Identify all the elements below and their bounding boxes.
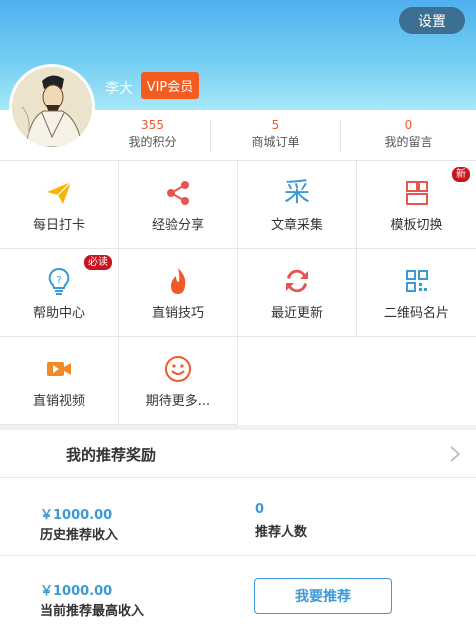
paper-plane-icon xyxy=(47,181,72,204)
stat-points[interactable]: 355 我的积分 xyxy=(95,110,210,160)
collect-icon: 采 xyxy=(283,178,310,208)
stat-orders-value: 5 xyxy=(271,118,280,132)
avatar[interactable] xyxy=(9,64,95,150)
stat-messages[interactable]: 0 我的留言 xyxy=(340,118,476,152)
menu-item-label: 模板切换 xyxy=(390,218,443,233)
menu-item-label: 经验分享 xyxy=(151,218,204,233)
settings-button[interactable]: 设置 xyxy=(399,7,465,34)
reward-header[interactable]: 我的推荐奖励 xyxy=(0,430,476,478)
refresh-icon xyxy=(286,269,308,293)
menu-item-article-collect[interactable]: 采 文章采集 xyxy=(238,161,357,249)
username: 李大 xyxy=(105,81,133,97)
current-label: 当前推荐最高收入 xyxy=(40,604,145,619)
must-read-badge: 必读 xyxy=(84,255,112,270)
new-badge: 新 xyxy=(452,167,470,182)
stat-messages-value: 0 xyxy=(404,118,413,132)
reward-title: 我的推荐奖励 xyxy=(66,446,157,464)
menu-item-qrcode-card[interactable]: 二维码名片 xyxy=(357,249,476,337)
menu-item-recent-updates[interactable]: 最近更新 xyxy=(238,249,357,337)
menu-item-label: 每日打卡 xyxy=(32,218,85,233)
menu-item-label: 直销视频 xyxy=(32,394,85,409)
menu-item-experience-share[interactable]: 经验分享 xyxy=(119,161,238,249)
svg-text:?: ? xyxy=(56,275,61,286)
current-amount: ￥1000.00 xyxy=(40,584,113,599)
menu-item-label: 期待更多... xyxy=(145,394,211,409)
vip-badge[interactable]: VIP会员 xyxy=(141,72,199,99)
flame-icon xyxy=(171,268,186,294)
menu-item-sales-tips[interactable]: 直销技巧 xyxy=(119,249,238,337)
stat-orders[interactable]: 5 商城订单 xyxy=(210,118,340,152)
menu-item-label: 二维码名片 xyxy=(383,306,449,321)
menu-item-template-switch[interactable]: 新 模板切换 xyxy=(357,161,476,249)
reward-row-current xyxy=(0,556,476,642)
referral-count-label: 推荐人数 xyxy=(255,525,308,540)
feature-grid: 每日打卡 经验分享 采 文章采集 新 模板切换 ? 必读 帮助中心 直销技巧 最… xyxy=(0,160,476,425)
qrcode-icon xyxy=(405,270,428,292)
stat-points-label: 我的积分 xyxy=(128,135,177,149)
menu-item-daily-checkin[interactable]: 每日打卡 xyxy=(0,161,119,249)
menu-item-label: 帮助中心 xyxy=(32,306,85,321)
menu-item-label: 文章采集 xyxy=(270,218,323,233)
video-icon xyxy=(47,362,71,376)
recommend-button[interactable]: 我要推荐 xyxy=(254,578,392,614)
chevron-right-icon xyxy=(450,446,461,462)
history-label: 历史推荐收入 xyxy=(40,528,119,543)
smile-icon xyxy=(165,356,191,382)
help-bulb-icon: ? xyxy=(48,267,70,295)
menu-item-sales-video[interactable]: 直销视频 xyxy=(0,337,119,425)
share-icon xyxy=(167,181,189,205)
menu-item-label: 直销技巧 xyxy=(151,306,204,321)
template-icon xyxy=(405,181,428,205)
history-amount: ￥1000.00 xyxy=(40,508,113,523)
menu-item-label: 最近更新 xyxy=(270,306,323,321)
stat-messages-label: 我的留言 xyxy=(384,135,433,149)
menu-item-help-center[interactable]: ? 必读 帮助中心 xyxy=(0,249,119,337)
menu-item-more[interactable]: 期待更多... xyxy=(119,337,238,425)
stat-points-value: 355 xyxy=(141,118,164,132)
referral-count: 0 xyxy=(255,502,265,517)
stat-orders-label: 商城订单 xyxy=(251,135,300,149)
avatar-portrait-icon xyxy=(12,67,92,147)
